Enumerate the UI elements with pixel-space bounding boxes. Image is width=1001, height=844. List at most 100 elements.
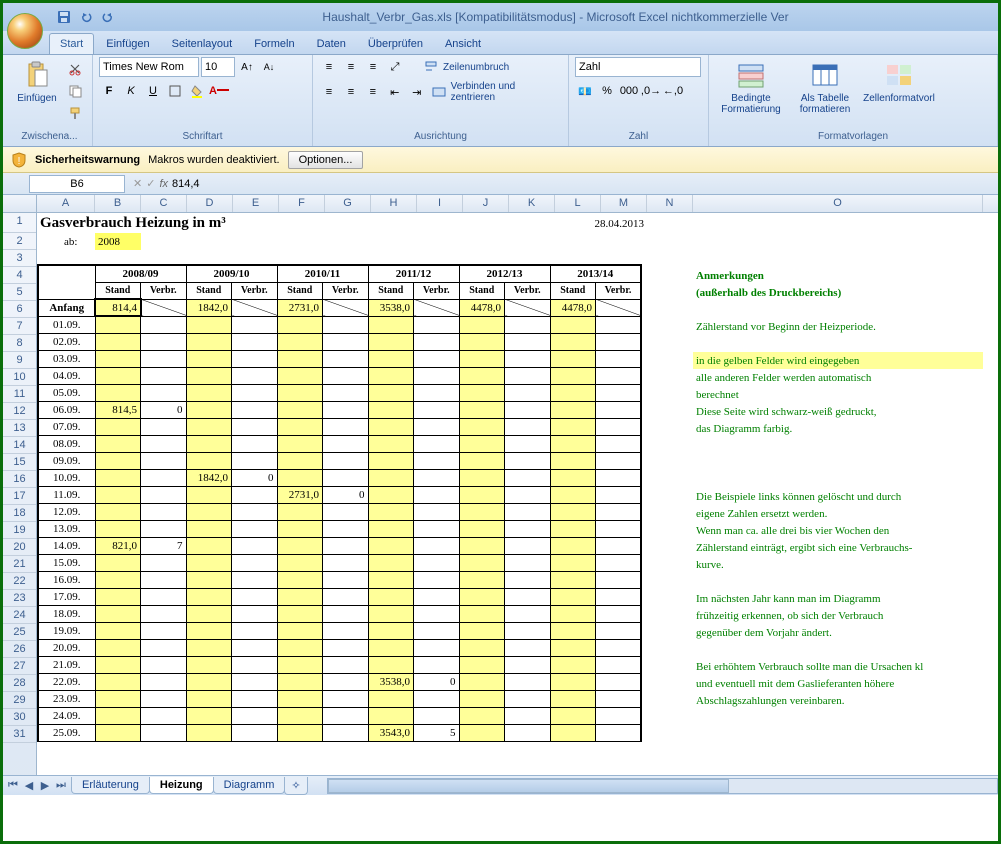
row-header-29[interactable]: 29 [3,692,36,709]
row-header-31[interactable]: 31 [3,726,36,743]
col-header-A[interactable]: A [37,195,95,212]
copy-icon[interactable] [65,81,85,101]
row-header-4[interactable]: 4 [3,267,36,284]
cell-title[interactable]: Gasverbrauch Heizung in m³ [37,213,437,233]
col-header-G[interactable]: G [325,195,371,212]
horizontal-scrollbar[interactable] [327,778,998,794]
paste-button[interactable]: Einfügen [13,57,61,104]
row-header-24[interactable]: 24 [3,607,36,624]
dec-decimal-icon[interactable]: ←,0 [663,81,683,101]
tab-start[interactable]: Start [49,33,94,54]
row-header-12[interactable]: 12 [3,403,36,420]
select-all-corner[interactable] [3,195,37,212]
row-header-6[interactable]: 6 [3,301,36,318]
cells-area[interactable]: Gasverbrauch Heizung in m³ 28.04.2013 ab… [37,213,998,795]
last-sheet-icon[interactable]: ⏭ [53,778,69,794]
tab-formeln[interactable]: Formeln [244,34,304,54]
annot-4[interactable]: berechnet [693,386,983,403]
percent-icon[interactable]: % [597,81,617,101]
sheet-tab-erlaeuterung[interactable]: Erläuterung [71,777,150,794]
annot-1[interactable]: Zählerstand vor Beginn der Heizperiode. [693,318,983,335]
row-header-27[interactable]: 27 [3,658,36,675]
redo-icon[interactable] [99,8,117,26]
font-name-input[interactable] [99,57,199,77]
row-header-22[interactable]: 22 [3,573,36,590]
wrap-text-icon[interactable] [421,57,441,77]
tab-ansicht[interactable]: Ansicht [435,34,491,54]
merge-label[interactable]: Verbinden und zentrieren [451,81,562,103]
thousands-icon[interactable]: 000 [619,81,639,101]
annot-13[interactable]: frühzeitig erkennen, ob sich der Verbrau… [693,607,983,624]
security-options-button[interactable]: Optionen... [288,151,364,169]
first-sheet-icon[interactable]: ⏮ [5,778,21,794]
undo-icon[interactable] [77,8,95,26]
row-header-30[interactable]: 30 [3,709,36,726]
tab-seitenlayout[interactable]: Seitenlayout [162,34,243,54]
col-header-C[interactable]: C [141,195,187,212]
format-table-button[interactable]: Als Tabelle formatieren [791,57,859,115]
save-icon[interactable] [55,8,73,26]
row-header-23[interactable]: 23 [3,590,36,607]
row-header-17[interactable]: 17 [3,488,36,505]
annot-heading[interactable]: Anmerkungen [693,267,983,284]
annot-15[interactable]: Bei erhöhtem Verbrauch sollte man die Ur… [693,658,983,675]
sheet-tab-new[interactable]: ✧ [284,777,307,795]
cancel-formula-icon[interactable]: ✕ [133,177,142,190]
next-sheet-icon[interactable]: ▶ [37,778,53,794]
annot-2[interactable]: in die gelben Felder wird eingegeben [693,352,983,369]
annot-12[interactable]: Im nächsten Jahr kann man im Diagramm [693,590,983,607]
sheet-tab-diagramm[interactable]: Diagramm [213,777,286,794]
fx-icon[interactable]: fx [159,178,168,190]
inc-decimal-icon[interactable]: ,0→ [641,81,661,101]
row-header-19[interactable]: 19 [3,522,36,539]
annot-8[interactable]: eigene Zahlen ersetzt werden. [693,505,983,522]
grow-font-icon[interactable]: A↑ [237,57,257,77]
align-center-icon[interactable]: ≡ [341,82,361,102]
row-header-1[interactable]: 1 [3,213,36,233]
row-header-26[interactable]: 26 [3,641,36,658]
row-header-10[interactable]: 10 [3,369,36,386]
col-header-D[interactable]: D [187,195,233,212]
row-header-18[interactable]: 18 [3,505,36,522]
row-header-14[interactable]: 14 [3,437,36,454]
orientation-icon[interactable]: ⤢ [385,57,405,77]
col-header-B[interactable]: B [95,195,141,212]
row-header-15[interactable]: 15 [3,454,36,471]
row-header-5[interactable]: 5 [3,284,36,301]
row-header-25[interactable]: 25 [3,624,36,641]
prev-sheet-icon[interactable]: ◀ [21,778,37,794]
annot-14[interactable]: gegenüber dem Vorjahr ändert. [693,624,983,641]
col-header-J[interactable]: J [463,195,509,212]
cell-styles-button[interactable]: Zellenformatvorl [863,57,935,104]
tab-daten[interactable]: Daten [307,34,356,54]
formula-input[interactable] [168,178,998,190]
format-painter-icon[interactable] [65,103,85,123]
wrap-label[interactable]: Zeilenumbruch [443,62,509,73]
col-header-M[interactable]: M [601,195,647,212]
annot-17[interactable]: Abschlagszahlungen vereinbaren. [693,692,983,709]
tab-einfuegen[interactable]: Einfügen [96,34,159,54]
col-header-E[interactable]: E [233,195,279,212]
merge-icon[interactable] [429,82,449,102]
col-header-F[interactable]: F [279,195,325,212]
annot-11[interactable]: kurve. [693,556,983,573]
annot-9[interactable]: Wenn man ca. alle drei bis vier Wochen d… [693,522,983,539]
col-header-N[interactable]: N [647,195,693,212]
col-header-I[interactable]: I [417,195,463,212]
font-color-icon[interactable]: A [209,81,229,101]
cut-icon[interactable] [65,59,85,79]
worksheet-grid[interactable]: A B C D E F G H I J K L M N O 1234567891… [3,195,998,795]
underline-button[interactable]: U [143,81,163,101]
row-header-20[interactable]: 20 [3,539,36,556]
shrink-font-icon[interactable]: A↓ [259,57,279,77]
row-header-16[interactable]: 16 [3,471,36,488]
annot-7[interactable]: Die Beispiele links können gelöscht und … [693,488,983,505]
col-header-K[interactable]: K [509,195,555,212]
indent-dec-icon[interactable]: ⇤ [385,82,405,102]
row-header-13[interactable]: 13 [3,420,36,437]
col-header-O[interactable]: O [693,195,983,212]
scroll-thumb[interactable] [328,779,730,793]
cell-ab-label[interactable]: ab: [61,233,95,250]
align-right-icon[interactable]: ≡ [363,82,383,102]
row-header-7[interactable]: 7 [3,318,36,335]
